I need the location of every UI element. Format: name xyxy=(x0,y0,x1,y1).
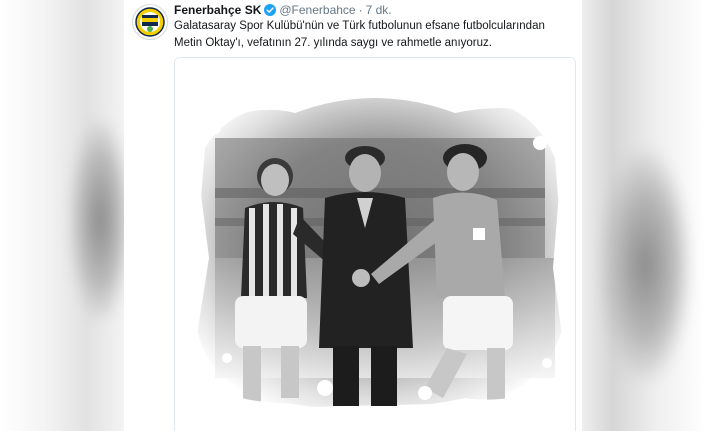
separator-dot: · xyxy=(358,3,363,17)
avatar[interactable] xyxy=(132,4,168,40)
tweet-timestamp[interactable]: 7 dk. xyxy=(366,2,392,18)
verified-badge-icon xyxy=(264,4,277,16)
blurred-figure-left xyxy=(70,120,130,320)
tweet-header: Fenerbahçe SK @Fenerbahce · 7 dk. xyxy=(174,2,392,18)
fenerbahce-crest-icon xyxy=(135,7,165,37)
tweet-text: Galatasaray Spor Kulübü'nün ve Türk futb… xyxy=(174,20,545,49)
tweet-card[interactable]: Fenerbahçe SK @Fenerbahce · 7 dk. Galata… xyxy=(124,0,582,431)
display-name[interactable]: Fenerbahçe SK xyxy=(174,2,261,18)
user-handle[interactable]: @Fenerbahce xyxy=(279,2,355,18)
blurred-figure-right xyxy=(600,150,690,380)
photo-image xyxy=(175,58,575,431)
tweet-photo[interactable] xyxy=(174,57,576,431)
handshake xyxy=(352,269,370,287)
